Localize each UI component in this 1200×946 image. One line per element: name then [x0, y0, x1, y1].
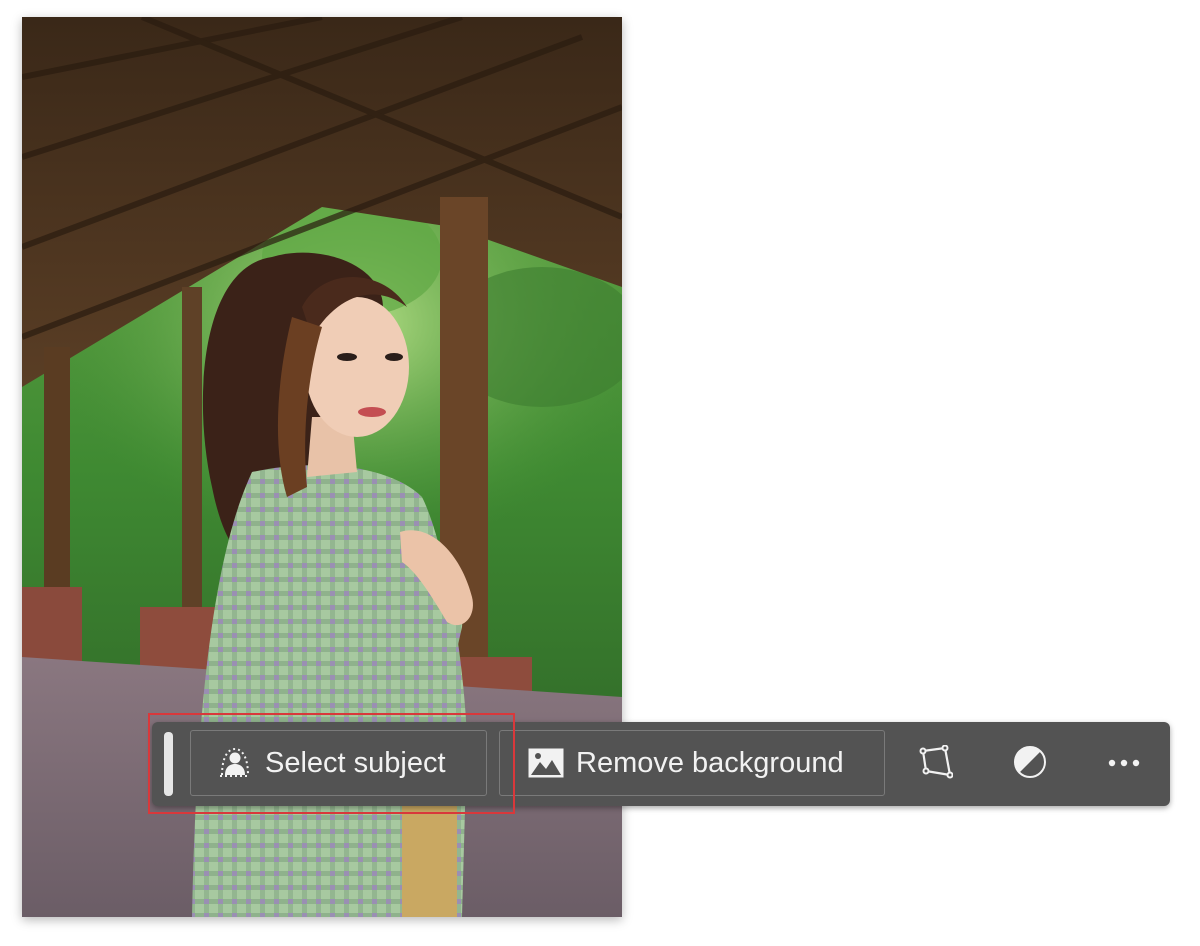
transform-button[interactable] [915, 743, 957, 785]
remove-background-label: Remove background [576, 746, 844, 779]
contextual-task-bar: Select subject Remove background [152, 722, 1170, 806]
more-options-button[interactable] [1103, 743, 1145, 785]
more-dots-icon [1107, 755, 1141, 773]
image-landscape-icon [528, 745, 564, 781]
select-subject-button[interactable]: Select subject [190, 730, 487, 796]
person-selection-icon [217, 745, 253, 781]
taskbar-drag-handle[interactable] [164, 732, 173, 796]
half-circle-adjust-icon [1013, 745, 1047, 784]
remove-background-button[interactable]: Remove background [499, 730, 885, 796]
select-subject-label: Select subject [265, 746, 446, 779]
transform-polygon-icon [919, 744, 954, 784]
adjustment-button[interactable] [1009, 743, 1051, 785]
